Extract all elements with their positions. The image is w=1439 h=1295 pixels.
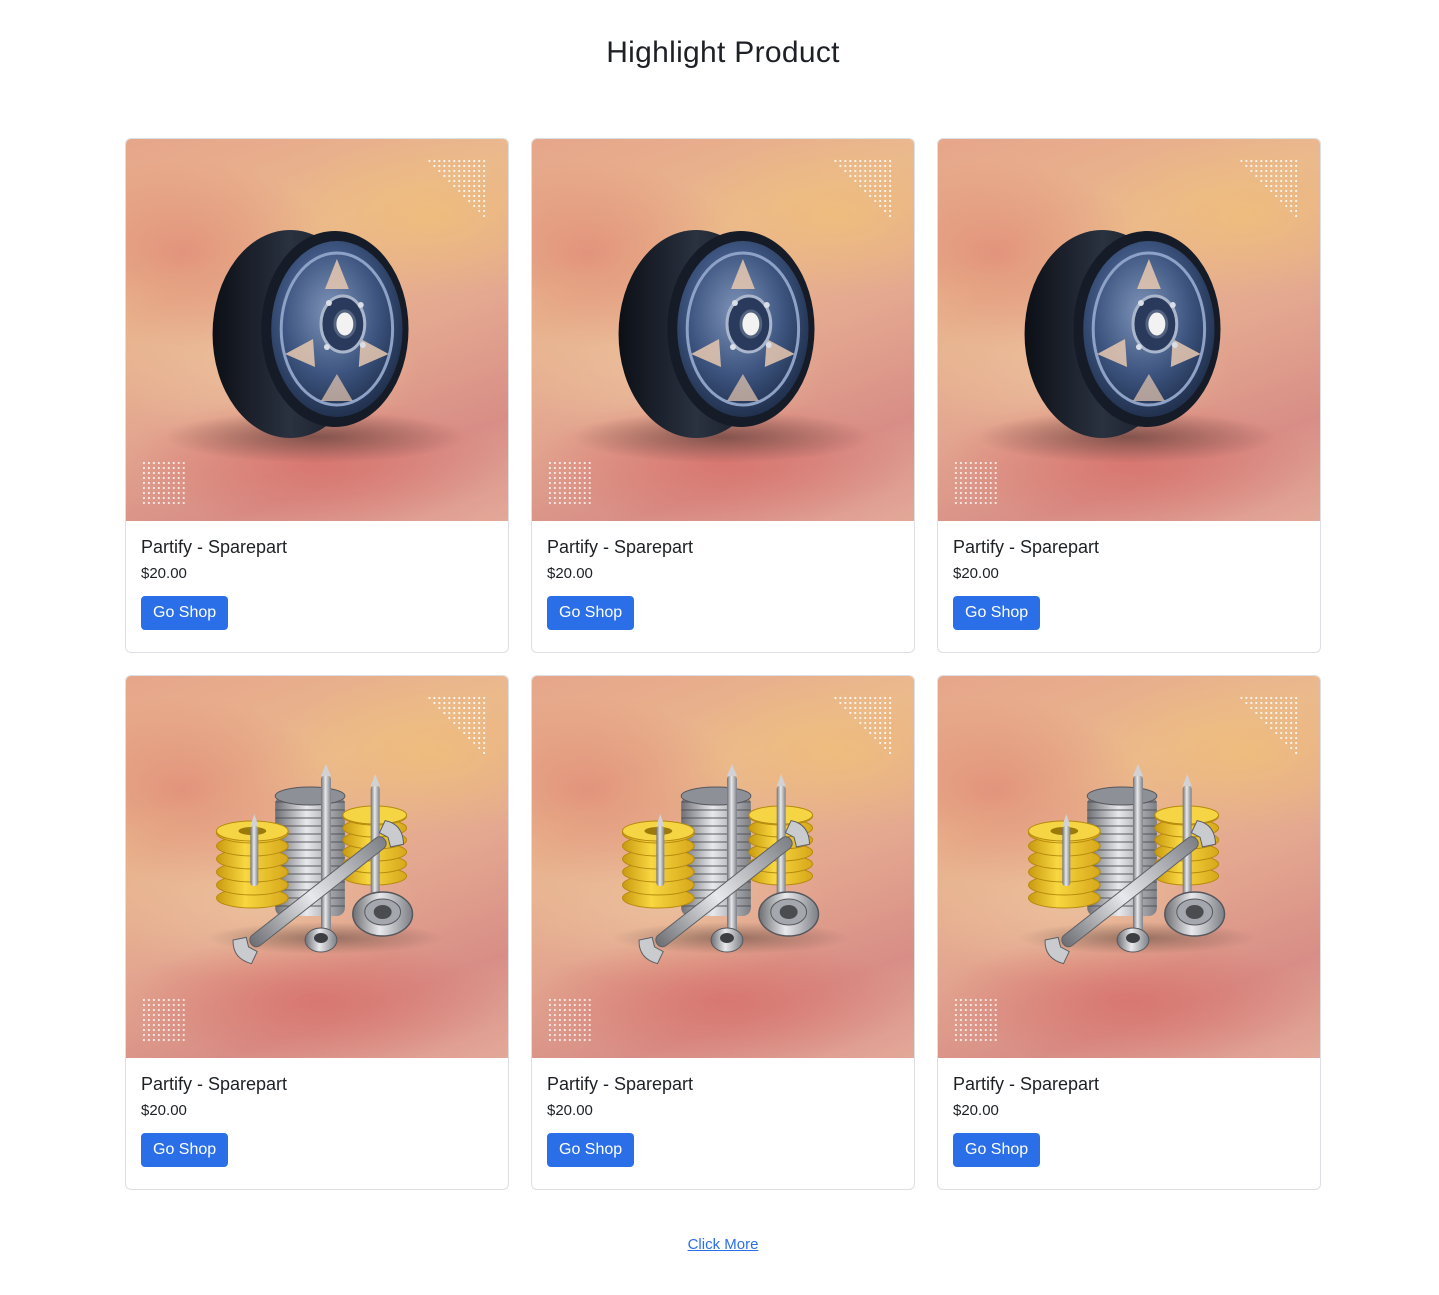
go-shop-button[interactable]: Go Shop: [953, 1133, 1041, 1167]
product-title: Partify - Sparepart: [547, 537, 694, 557]
product-card: Partify - Sparepart $20.00 Go Shop: [937, 675, 1321, 1190]
product-price: $20.00: [547, 565, 593, 582]
card-body: Partify - Sparepart $20.00 Go Shop: [532, 1058, 914, 1167]
product-card: Partify - Sparepart $20.00 Go Shop: [125, 675, 509, 1190]
product-grid: Partify - Sparepart $20.00 Go Shop Parti…: [125, 138, 1321, 1190]
spare-parts-image: [954, 696, 1298, 1042]
wheel-rim-image: [142, 159, 486, 505]
product-image[interactable]: [938, 676, 1320, 1058]
product-image[interactable]: [938, 139, 1320, 521]
spare-parts-image: [142, 696, 486, 1042]
product-image[interactable]: [532, 676, 914, 1058]
product-price: $20.00: [141, 1102, 187, 1119]
product-image[interactable]: [532, 139, 914, 521]
product-card: Partify - Sparepart $20.00 Go Shop: [125, 138, 509, 653]
spare-parts-image: [548, 696, 892, 1042]
product-image[interactable]: [126, 139, 508, 521]
product-card: Partify - Sparepart $20.00 Go Shop: [531, 675, 915, 1190]
product-image[interactable]: [126, 676, 508, 1058]
card-body: Partify - Sparepart $20.00 Go Shop: [532, 521, 914, 630]
product-price: $20.00: [547, 1102, 593, 1119]
go-shop-button[interactable]: Go Shop: [547, 596, 635, 630]
card-body: Partify - Sparepart $20.00 Go Shop: [126, 1058, 508, 1167]
product-title: Partify - Sparepart: [141, 537, 288, 557]
click-more-link[interactable]: Click More: [688, 1236, 759, 1253]
section-title: Highlight Product: [606, 36, 840, 69]
card-body: Partify - Sparepart $20.00 Go Shop: [126, 521, 508, 630]
product-title: Partify - Sparepart: [547, 1074, 694, 1094]
product-price: $20.00: [953, 1102, 999, 1119]
go-shop-button[interactable]: Go Shop: [953, 596, 1041, 630]
go-shop-button[interactable]: Go Shop: [141, 596, 229, 630]
card-body: Partify - Sparepart $20.00 Go Shop: [938, 1058, 1320, 1167]
product-card: Partify - Sparepart $20.00 Go Shop: [531, 138, 915, 653]
click-more-container: Click More: [0, 1236, 1439, 1253]
product-card: Partify - Sparepart $20.00 Go Shop: [937, 138, 1321, 653]
wheel-rim-image: [954, 159, 1298, 505]
product-title: Partify - Sparepart: [141, 1074, 288, 1094]
product-title: Partify - Sparepart: [953, 537, 1100, 557]
go-shop-button[interactable]: Go Shop: [141, 1133, 229, 1167]
wheel-rim-image: [548, 159, 892, 505]
highlight-product-section: Highlight Product Partify - Sparepart $2…: [0, 0, 1439, 1295]
product-price: $20.00: [141, 565, 187, 582]
product-price: $20.00: [953, 565, 999, 582]
card-body: Partify - Sparepart $20.00 Go Shop: [938, 521, 1320, 630]
go-shop-button[interactable]: Go Shop: [547, 1133, 635, 1167]
product-title: Partify - Sparepart: [953, 1074, 1100, 1094]
